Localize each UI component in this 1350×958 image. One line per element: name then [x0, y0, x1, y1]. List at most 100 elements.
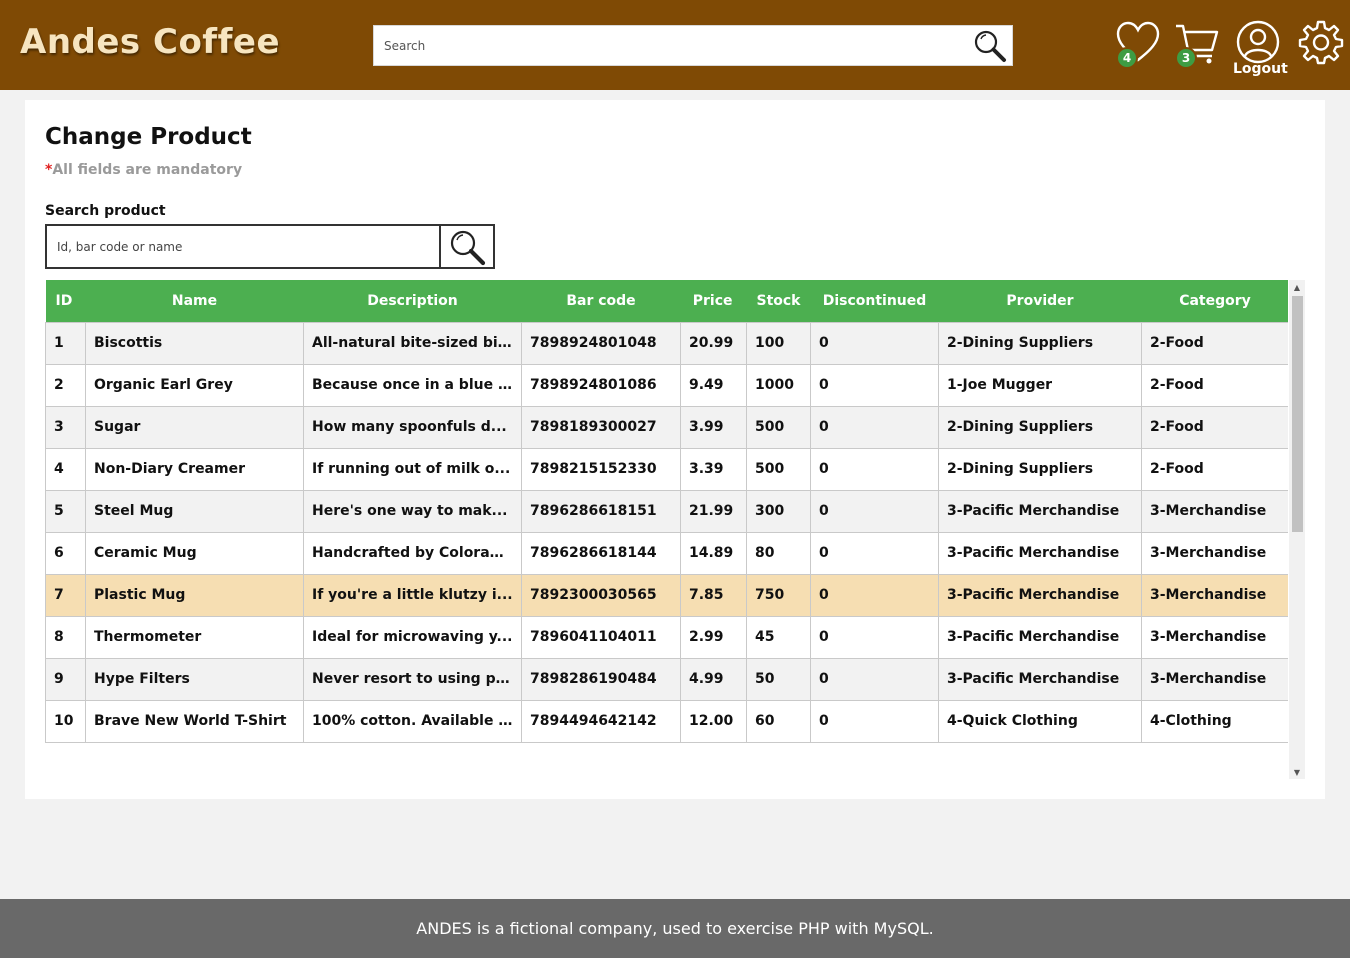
- cell-stock: 300: [746, 489, 811, 533]
- cell-bar-code: 7896286618144: [521, 531, 681, 575]
- mandatory-text: All fields are mandatory: [52, 162, 243, 178]
- cell-description: Never resort to using pa...: [303, 657, 522, 701]
- search-icon: [974, 30, 1006, 62]
- cell-bar-code: 7898215152330: [521, 447, 681, 491]
- logout-link[interactable]: Logout: [1233, 61, 1288, 77]
- cell-description: All-natural bite-sized bi...: [303, 321, 522, 365]
- products-table-viewport: ID Name Description Bar code Price Stock…: [45, 280, 1288, 779]
- column-header-discontinued[interactable]: Discontinued: [811, 280, 939, 322]
- cart-count-badge: 3: [1175, 47, 1197, 69]
- cell-description: How many spoonfuls d...: [303, 405, 522, 449]
- cell-category: 2-Food: [1141, 405, 1288, 449]
- cell-bar-code: 7898189300027: [521, 405, 681, 449]
- settings-button[interactable]: [1298, 19, 1344, 65]
- table-row[interactable]: 10 Brave New World T-Shirt 100% cotton. Av…: [45, 699, 1288, 743]
- wishlist-button[interactable]: 4: [1115, 20, 1161, 69]
- brand-logo[interactable]: Andes Coffee: [20, 22, 280, 62]
- cell-category: 3-Merchandise: [1141, 531, 1288, 575]
- cell-name: Thermometer: [85, 615, 304, 659]
- cell-description: Handcrafted by Colorad...: [303, 531, 522, 575]
- cell-id: 4: [45, 447, 86, 491]
- table-row[interactable]: 1 Biscottis All-natural bite-sized bi... 78…: [45, 321, 1288, 365]
- cell-provider: 3-Pacific Merchandise: [938, 573, 1142, 617]
- cell-stock: 50: [746, 657, 811, 701]
- cell-bar-code: 7898286190484: [521, 657, 681, 701]
- cell-discontinued: 0: [810, 699, 939, 743]
- product-search-box: [45, 224, 495, 269]
- table-row[interactable]: 8 Thermometer Ideal for microwaving y... 78…: [45, 615, 1288, 659]
- cell-id: 9: [45, 657, 86, 701]
- cell-description: Here's one way to mak...: [303, 489, 522, 533]
- cell-provider: 3-Pacific Merchandise: [938, 531, 1142, 575]
- cell-price: 7.85: [680, 573, 747, 617]
- product-search-button[interactable]: [439, 226, 493, 267]
- scroll-down-arrow-icon[interactable]: ▼: [1289, 765, 1305, 779]
- table-row[interactable]: 4 Non-Diary Creamer If running out of milk…: [45, 447, 1288, 491]
- cell-category: 3-Merchandise: [1141, 573, 1288, 617]
- cell-category: 3-Merchandise: [1141, 489, 1288, 533]
- table-header-row: ID Name Description Bar code Price Stock…: [45, 280, 1289, 322]
- top-search-input[interactable]: [374, 26, 964, 65]
- top-header: Andes Coffee 4 3: [0, 0, 1350, 90]
- products-table-container: ID Name Description Bar code Price Stock…: [45, 280, 1305, 779]
- column-header-description[interactable]: Description: [304, 280, 522, 322]
- search-product-label: Search product: [45, 203, 166, 219]
- column-header-provider[interactable]: Provider: [939, 280, 1142, 322]
- table-row[interactable]: 5 Steel Mug Here's one way to mak... 789628…: [45, 489, 1288, 533]
- cell-id: 3: [45, 405, 86, 449]
- cell-provider: 2-Dining Suppliers: [938, 321, 1142, 365]
- cell-bar-code: 7892300030565: [521, 573, 681, 617]
- cart-button[interactable]: 3: [1174, 20, 1220, 69]
- scroll-up-arrow-icon[interactable]: ▲: [1289, 280, 1305, 294]
- scrollbar-thumb[interactable]: [1292, 296, 1303, 532]
- cell-id: 8: [45, 615, 86, 659]
- cell-price: 2.99: [680, 615, 747, 659]
- cell-category: 4-Clothing: [1141, 699, 1288, 743]
- cell-bar-code: 7894494642142: [521, 699, 681, 743]
- table-row[interactable]: 6 Ceramic Mug Handcrafted by Colorad... 789…: [45, 531, 1288, 575]
- table-row[interactable]: 7 Plastic Mug If you're a little klutzy i.…: [45, 573, 1288, 617]
- cell-id: 2: [45, 363, 86, 407]
- cell-provider: 3-Pacific Merchandise: [938, 657, 1142, 701]
- cell-discontinued: 0: [810, 531, 939, 575]
- cell-discontinued: 0: [810, 405, 939, 449]
- product-search-input[interactable]: [47, 226, 441, 267]
- cell-provider: 1-Joe Mugger: [938, 363, 1142, 407]
- change-product-card: Change Product *All fields are mandatory…: [25, 100, 1325, 799]
- user-account-button[interactable]: [1236, 20, 1280, 64]
- mandatory-note: *All fields are mandatory: [45, 162, 242, 178]
- cell-provider: 2-Dining Suppliers: [938, 447, 1142, 491]
- cell-id: 6: [45, 531, 86, 575]
- cell-stock: 500: [746, 405, 811, 449]
- table-row[interactable]: 9 Hype Filters Never resort to using pa...…: [45, 657, 1288, 701]
- cell-bar-code: 7896041104011: [521, 615, 681, 659]
- cell-description: If running out of milk o...: [303, 447, 522, 491]
- cell-price: 3.99: [680, 405, 747, 449]
- column-header-stock[interactable]: Stock: [747, 280, 811, 322]
- cell-stock: 60: [746, 699, 811, 743]
- column-header-bar-code[interactable]: Bar code: [522, 280, 681, 322]
- table-scrollbar[interactable]: ▲ ▼: [1289, 280, 1305, 779]
- cell-discontinued: 0: [810, 447, 939, 491]
- cell-name: Brave New World T-Shirt: [85, 699, 304, 743]
- gear-icon: [1298, 20, 1344, 65]
- cell-name: Biscottis: [85, 321, 304, 365]
- column-header-id[interactable]: ID: [46, 280, 86, 322]
- footer: ANDES is a fictional company, used to ex…: [0, 899, 1350, 958]
- page-title: Change Product: [45, 124, 252, 150]
- cell-price: 9.49: [680, 363, 747, 407]
- cell-category: 2-Food: [1141, 321, 1288, 365]
- cell-discontinued: 0: [810, 615, 939, 659]
- cell-name: Ceramic Mug: [85, 531, 304, 575]
- column-header-name[interactable]: Name: [86, 280, 304, 322]
- column-header-category[interactable]: Category: [1142, 280, 1289, 322]
- cell-category: 2-Food: [1141, 363, 1288, 407]
- top-search-button[interactable]: [970, 28, 1010, 64]
- table-row[interactable]: 3 Sugar How many spoonfuls d... 78981893000…: [45, 405, 1288, 449]
- cell-stock: 45: [746, 615, 811, 659]
- column-header-price[interactable]: Price: [681, 280, 747, 322]
- cell-name: Non-Diary Creamer: [85, 447, 304, 491]
- footer-text: ANDES is a fictional company, used to ex…: [416, 919, 934, 938]
- cell-description: 100% cotton. Available i...: [303, 699, 522, 743]
- table-row[interactable]: 2 Organic Earl Grey Because once in a blue…: [45, 363, 1288, 407]
